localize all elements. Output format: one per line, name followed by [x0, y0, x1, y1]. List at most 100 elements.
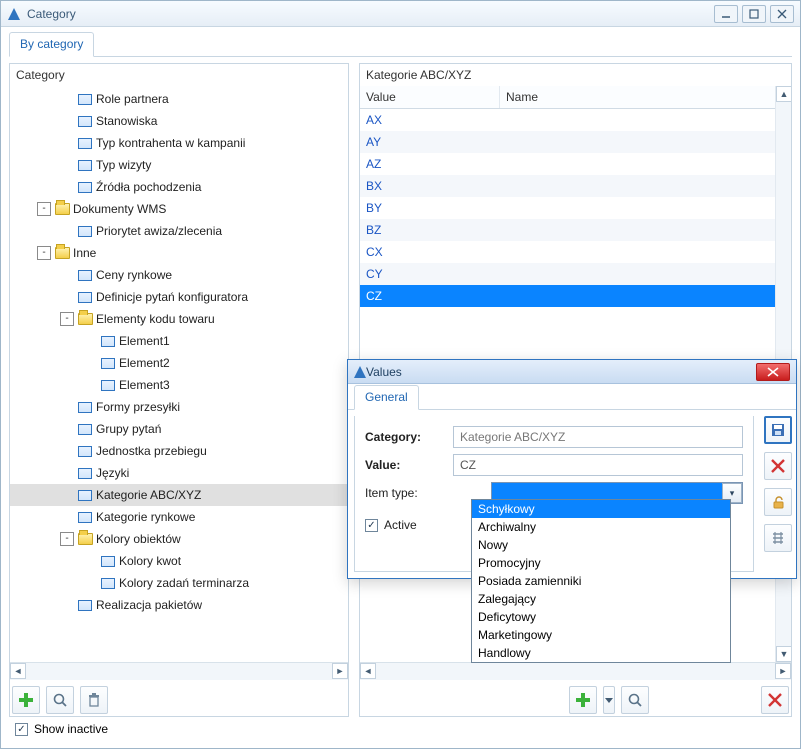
dialog-side-buttons	[760, 410, 796, 578]
tree-row[interactable]: Kolory zadań terminarza	[10, 572, 348, 594]
tree-toggle[interactable]: -	[60, 312, 74, 326]
dropdown-option[interactable]: Promocyjny	[472, 554, 730, 572]
value-field[interactable]: CZ	[453, 454, 743, 476]
tree-row[interactable]: Kategorie ABC/XYZ	[10, 484, 348, 506]
scroll-left-icon[interactable]: ◄	[10, 663, 26, 679]
tree-toggle[interactable]: -	[37, 246, 51, 260]
item-icon	[77, 113, 93, 129]
tree-row[interactable]: Priorytet awiza/zlecenia	[10, 220, 348, 242]
tree-row[interactable]: Stanowiska	[10, 110, 348, 132]
scroll-down-icon[interactable]: ▼	[776, 646, 791, 662]
dialog-tab-general[interactable]: General	[354, 385, 419, 410]
cell-value: AX	[360, 113, 500, 127]
table-row[interactable]: CZ	[360, 285, 791, 307]
tree-toggle[interactable]: -	[37, 202, 51, 216]
tree-row[interactable]: Grupy pytań	[10, 418, 348, 440]
grid-header: Value Name	[360, 86, 791, 109]
tree-toggle[interactable]: -	[60, 532, 74, 546]
scroll-right-icon[interactable]: ►	[332, 663, 348, 679]
col-value[interactable]: Value	[360, 86, 500, 108]
dropdown-option[interactable]: Deficytowy	[472, 608, 730, 626]
item-icon	[100, 553, 116, 569]
tree-label: Dokumenty WMS	[73, 202, 166, 216]
tree-row[interactable]: Języki	[10, 462, 348, 484]
table-row[interactable]: BY	[360, 197, 791, 219]
dropdown-option[interactable]: Archiwalny	[472, 518, 730, 536]
tree-toolbar	[10, 680, 348, 716]
tree-row[interactable]: Kolory kwot	[10, 550, 348, 572]
scroll-up-icon[interactable]: ▲	[776, 86, 791, 102]
tree-row[interactable]: Element3	[10, 374, 348, 396]
minimize-button[interactable]	[714, 5, 738, 23]
tree-row[interactable]: - Dokumenty WMS	[10, 198, 348, 220]
tree-row[interactable]: - Kolory obiektów	[10, 528, 348, 550]
tree-row[interactable]: Ceny rynkowe	[10, 264, 348, 286]
tree-row[interactable]: Kategorie rynkowe	[10, 506, 348, 528]
table-row[interactable]: CX	[360, 241, 791, 263]
tree-label: Element1	[119, 334, 170, 348]
add-category-button[interactable]	[12, 686, 40, 714]
tree-row[interactable]: Definicje pytań konfiguratora	[10, 286, 348, 308]
tree-row[interactable]: Jednostka przebiegu	[10, 440, 348, 462]
list-hscroll[interactable]: ◄ ►	[360, 662, 791, 680]
item-type-dropdown[interactable]: SchyłkowyArchiwalnyNowyPromocyjnyPosiada…	[471, 499, 731, 663]
scroll-right-icon[interactable]: ►	[775, 663, 791, 679]
tree-row[interactable]: -Elementy kodu towaru	[10, 308, 348, 330]
dropdown-option[interactable]: Zalegający	[472, 590, 730, 608]
tree-row[interactable]: Element1	[10, 330, 348, 352]
tree-label: Kolory obiektów	[96, 532, 181, 546]
tree-row[interactable]: Typ wizyty	[10, 154, 348, 176]
tree-row[interactable]: Źródła pochodzenia	[10, 176, 348, 198]
dialog-tabs: General	[348, 384, 796, 410]
tree-row[interactable]: Element2	[10, 352, 348, 374]
history-button[interactable]	[764, 524, 792, 552]
category-tree[interactable]: Role partneraStanowiska Typ kontrahenta w…	[10, 86, 348, 620]
item-icon	[77, 91, 93, 107]
show-inactive-checkbox[interactable]: ✓ Show inactive	[15, 722, 108, 736]
search-button[interactable]	[46, 686, 74, 714]
dropdown-option[interactable]: Nowy	[472, 536, 730, 554]
tree-row[interactable]: Formy przesyłki	[10, 396, 348, 418]
close-window-button[interactable]	[770, 5, 794, 23]
table-row[interactable]: BZ	[360, 219, 791, 241]
folder-icon	[77, 311, 93, 327]
add-value-dropdown[interactable]	[603, 686, 615, 714]
delete-button[interactable]	[80, 686, 108, 714]
list-toolbar	[360, 680, 791, 716]
maximize-button[interactable]	[742, 5, 766, 23]
tree-label: Jednostka przebiegu	[96, 444, 207, 458]
dropdown-option[interactable]: Schyłkowy	[472, 500, 730, 518]
dropdown-option[interactable]: Posiada zamienniki	[472, 572, 730, 590]
table-row[interactable]: AY	[360, 131, 791, 153]
table-row[interactable]: AX	[360, 109, 791, 131]
delete-value-button[interactable]	[761, 686, 789, 714]
tree-row[interactable]: -Inne	[10, 242, 348, 264]
table-row[interactable]: AZ	[360, 153, 791, 175]
tree-row[interactable]: Realizacja pakietów	[10, 594, 348, 616]
item-icon	[77, 289, 93, 305]
dropdown-option[interactable]: Handlowy	[472, 644, 730, 662]
table-row[interactable]: BX	[360, 175, 791, 197]
search-values-button[interactable]	[621, 686, 649, 714]
tree-header: Category	[10, 64, 348, 86]
dialog-close-button[interactable]	[756, 363, 790, 381]
unlock-button[interactable]	[764, 488, 792, 516]
tree-hscroll[interactable]: ◄ ►	[10, 662, 348, 680]
list-header: Kategorie ABC/XYZ	[360, 64, 791, 86]
tree-label: Typ kontrahenta w kampanii	[96, 136, 245, 150]
tree-label: Typ wizyty	[96, 158, 151, 172]
col-name[interactable]: Name	[500, 86, 791, 108]
tree-row[interactable]: Typ kontrahenta w kampanii	[10, 132, 348, 154]
tab-by-category[interactable]: By category	[9, 32, 94, 57]
item-icon	[100, 333, 116, 349]
cancel-button[interactable]	[764, 452, 792, 480]
tree-label: Języki	[96, 466, 129, 480]
table-row[interactable]: CY	[360, 263, 791, 285]
tree-row[interactable]: Role partnera	[10, 88, 348, 110]
grid-body[interactable]: AX AYAZBXBYBZCXCYCZ	[360, 109, 791, 307]
save-button[interactable]	[764, 416, 792, 444]
active-checkbox[interactable]: ✓ Active	[365, 518, 445, 532]
scroll-left-icon[interactable]: ◄	[360, 663, 376, 679]
add-value-button[interactable]	[569, 686, 597, 714]
dropdown-option[interactable]: Marketingowy	[472, 626, 730, 644]
